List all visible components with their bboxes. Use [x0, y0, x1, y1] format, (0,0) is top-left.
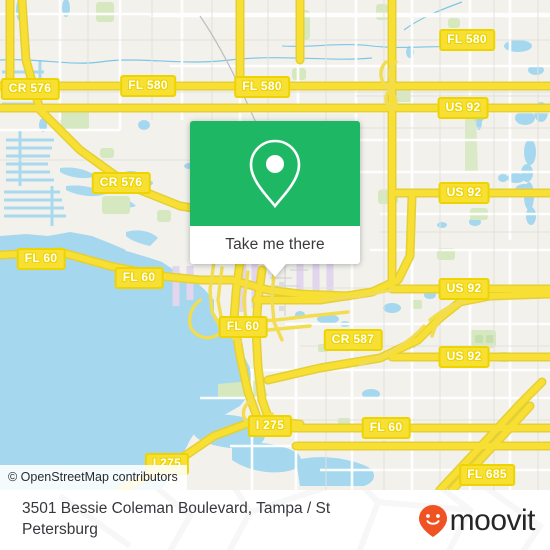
road-shield: FL 580: [439, 29, 495, 51]
moovit-logo[interactable]: moovit: [418, 504, 536, 537]
road-shield: US 92: [438, 346, 490, 368]
take-me-there-button[interactable]: Take me there: [190, 226, 360, 277]
moovit-wordmark: moovit: [449, 504, 536, 537]
footer-bar: 3501 Bessie Coleman Boulevard, Tampa / S…: [0, 490, 550, 550]
moovit-smiley-pin-icon: [418, 505, 447, 537]
road-shield: FL 60: [218, 316, 268, 338]
road-shield: FL 580: [120, 75, 176, 97]
road-shield: US 92: [437, 97, 489, 119]
road-shield: FL 60: [361, 417, 411, 439]
road-shield: FL 60: [16, 248, 66, 270]
callout-icon-panel: [190, 121, 360, 226]
take-me-there-label: Take me there: [225, 236, 325, 253]
osm-attribution[interactable]: © OpenStreetMap contributors: [0, 465, 187, 490]
location-callout-card[interactable]: Take me there: [190, 121, 360, 277]
road-shield: FL 580: [234, 76, 290, 98]
road-shield: FL 60: [114, 267, 164, 289]
road-shield: CR 576: [0, 78, 60, 100]
road-shield: US 92: [438, 278, 490, 300]
map-pin-icon: [249, 139, 301, 208]
map-canvas[interactable]: CR 576 FL 580 FL 580 FL 580 US 92 CR 576…: [0, 0, 550, 490]
map-screenshot: CR 576 FL 580 FL 580 FL 580 US 92 CR 576…: [0, 0, 550, 550]
road-shield: US 92: [438, 182, 490, 204]
location-address: 3501 Bessie Coleman Boulevard, Tampa / S…: [22, 500, 331, 538]
callout-pointer-tail: [264, 264, 286, 277]
road-shield: I 275: [247, 415, 293, 437]
road-shield: CR 576: [91, 172, 151, 194]
road-shield: CR 587: [323, 329, 383, 351]
road-shield: FL 685: [459, 464, 515, 486]
